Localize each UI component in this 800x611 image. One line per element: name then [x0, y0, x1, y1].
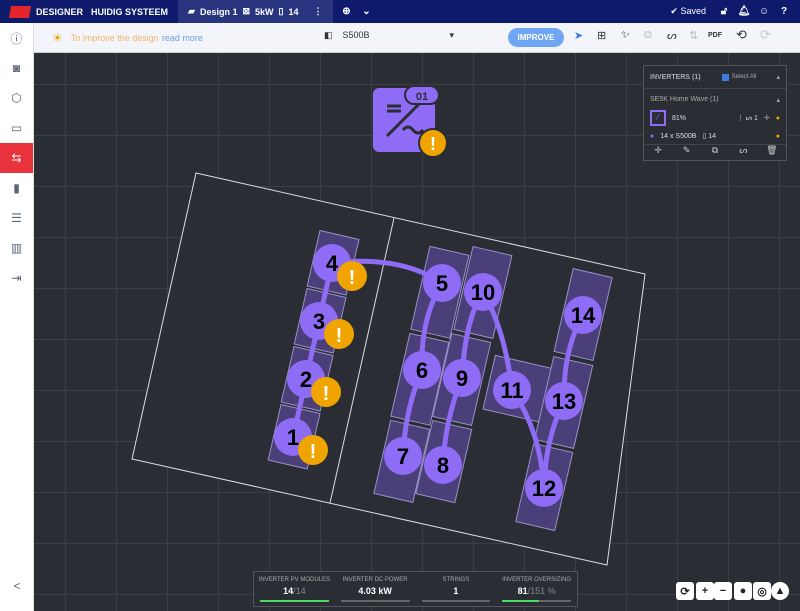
- select-all-label[interactable]: Select All: [732, 74, 757, 80]
- edit-icon[interactable]: ✎: [672, 145, 700, 160]
- stat-dc-power: INVERTER DC POWER 4.03 kW: [335, 572, 416, 606]
- inverter-symbol: 01 !: [373, 85, 448, 158]
- inverters-title: INVERTERS (1): [650, 73, 701, 81]
- warning-mark: !: [349, 267, 356, 289]
- center-button[interactable]: ◎: [753, 582, 771, 600]
- warning-mark: !: [310, 441, 317, 463]
- inverters-panel: INVERTERS (1) Select All ▴ SE5K Home Wav…: [643, 65, 787, 161]
- move-icon[interactable]: ✛: [644, 145, 672, 160]
- stat-oversizing: INVERTER OVERSIZING 81/151 %: [496, 572, 577, 606]
- string-node-label: 5: [436, 271, 448, 296]
- string-color-dot: ●: [650, 132, 655, 140]
- string-node-label: 2: [300, 367, 312, 392]
- string-node-label: 10: [471, 280, 495, 305]
- zoom-in-button[interactable]: +: [696, 582, 714, 600]
- collapse-icon[interactable]: ▴: [776, 73, 780, 81]
- string-node-label: 9: [456, 366, 468, 391]
- string-row[interactable]: ● 14 x S500B ▯ 14 ●: [644, 128, 786, 144]
- stat-strings: STRINGS 1: [416, 572, 497, 606]
- stats-bar: INVERTER PV MODULES 14/14 INVERTER DC POW…: [253, 571, 578, 607]
- string-modules: 14: [708, 133, 717, 140]
- string-info: 14 x S500B: [660, 132, 697, 140]
- warning-icon: ●: [775, 132, 780, 140]
- warning-icon: ●: [775, 114, 780, 122]
- warning-mark: !: [323, 383, 330, 405]
- string-node-label: 4: [326, 251, 339, 276]
- shape-button[interactable]: ●: [734, 582, 752, 600]
- inverter-row[interactable]: ⁄ 81% ⋮ ᔕ 1 ✛ ●: [644, 108, 786, 128]
- string-node-label: 12: [532, 476, 556, 501]
- inverter-icon: ⁄: [650, 110, 666, 126]
- rotate-view-button[interactable]: ⟳: [676, 582, 694, 600]
- inverter-percent: 81%: [672, 114, 687, 122]
- inverter-group[interactable]: SE5K Home Wave (1) ▴: [644, 89, 786, 108]
- string-node-label: 6: [416, 358, 428, 383]
- compass-button[interactable]: ▲: [771, 582, 789, 600]
- string-node-label: 8: [437, 453, 449, 478]
- string-node-label: 1: [287, 425, 299, 450]
- select-all-checkbox[interactable]: [721, 73, 729, 81]
- zoom-out-button[interactable]: −: [714, 582, 732, 600]
- move-icon[interactable]: ✛: [764, 114, 770, 122]
- inverter-strings: 1: [753, 115, 758, 122]
- warning-mark: !: [336, 325, 343, 347]
- inverter-number: 01: [416, 91, 428, 103]
- string-icon[interactable]: ᔕ: [729, 145, 757, 160]
- string-node-label: 7: [397, 444, 409, 469]
- svg-text:!: !: [430, 134, 436, 154]
- copy-icon[interactable]: ⧉: [701, 145, 729, 160]
- string-node-label: 11: [500, 378, 523, 403]
- stat-pv-modules: INVERTER PV MODULES 14/14: [254, 572, 335, 606]
- string-node-label: 14: [571, 303, 596, 328]
- collapse-icon[interactable]: ▴: [776, 96, 780, 104]
- inverter-group-name: SE5K Home Wave (1): [650, 96, 719, 103]
- string-node-label: 13: [552, 389, 576, 414]
- string-node-label: 3: [313, 309, 325, 334]
- delete-icon[interactable]: 🗑︎: [758, 145, 786, 160]
